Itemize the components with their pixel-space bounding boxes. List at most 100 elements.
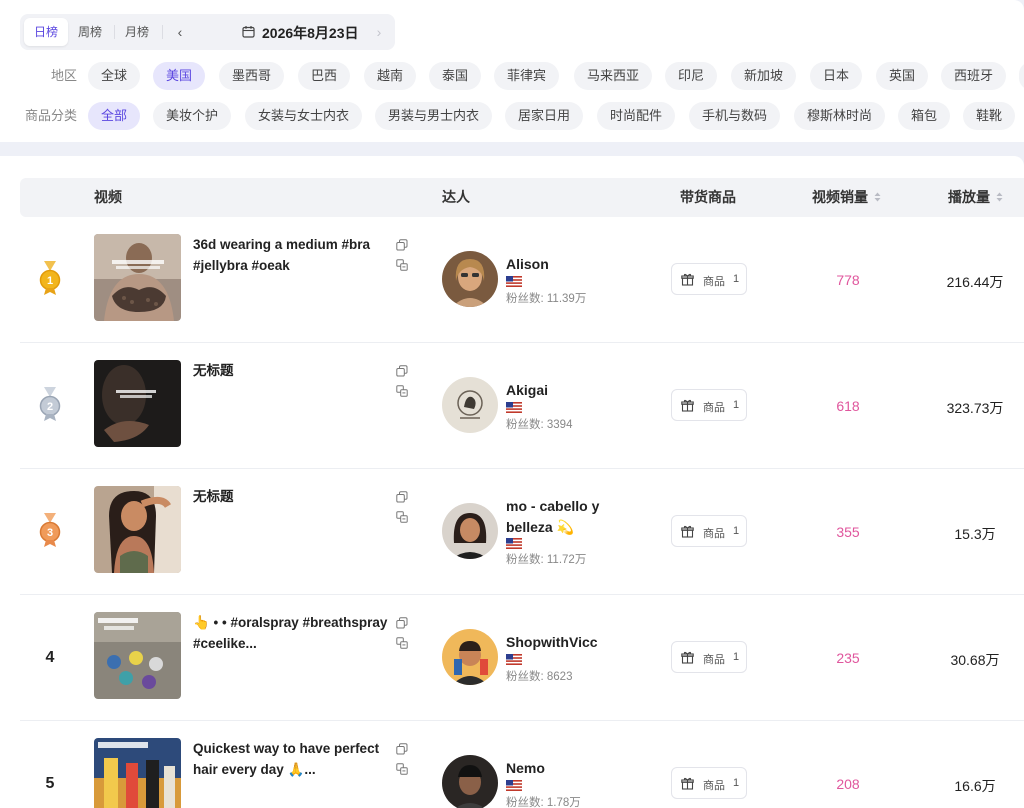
link-icon[interactable] [396, 637, 408, 649]
video-thumbnail[interactable] [94, 738, 181, 808]
category-chip[interactable]: 穆斯林时尚 [794, 102, 886, 130]
creator-avatar[interactable] [442, 503, 498, 559]
goods-button[interactable]: 商品 1 [671, 767, 747, 799]
region-label: 地区 [50, 68, 77, 83]
category-chip[interactable]: 居家日用 [505, 102, 584, 130]
header-sales[interactable]: 视频销量 [812, 178, 881, 217]
table-row[interactable]: 5 Quickest way to have perfect hair ever… [20, 721, 1024, 808]
table-row[interactable]: 4 👆 • • #oralspray #breathspray #ceelike… [20, 595, 1024, 721]
goods-button[interactable]: 商品 1 [671, 263, 747, 295]
creator-avatar[interactable] [442, 377, 498, 433]
play-count: 323.73万 [946, 400, 1004, 416]
category-label: 商品分类 [24, 108, 77, 123]
copy-icon[interactable] [396, 365, 408, 377]
category-chip[interactable]: 男装与男士内衣 [375, 102, 493, 130]
video-title[interactable]: 无标题 [193, 361, 389, 382]
region-chip[interactable]: 泰国 [429, 62, 482, 90]
creator-avatar[interactable] [442, 755, 498, 808]
video-title[interactable]: 无标题 [193, 487, 389, 508]
creator-name[interactable]: Akigai [506, 380, 616, 401]
copy-icon[interactable] [396, 617, 408, 629]
video-thumbnail[interactable] [94, 486, 181, 573]
video-sales: 355 [836, 524, 860, 540]
link-icon[interactable] [396, 763, 408, 775]
calendar-icon [242, 26, 255, 38]
tab-weekly[interactable]: 周榜 [68, 18, 112, 46]
gold-medal-icon: 1 [39, 261, 61, 295]
category-chip[interactable]: 鞋靴 [963, 102, 1016, 130]
region-chip[interactable]: 西班牙 [941, 62, 1007, 90]
region-chip[interactable]: 越南 [364, 62, 417, 90]
copy-icon[interactable] [396, 491, 408, 503]
region-chip[interactable]: 巴西 [298, 62, 351, 90]
category-chip[interactable]: 箱包 [898, 102, 951, 130]
category-chip[interactable]: 手机与数码 [689, 102, 781, 130]
copy-icon[interactable] [396, 239, 408, 251]
region-chip[interactable]: 日本 [810, 62, 863, 90]
table-header: 视频 达人 带货商品 视频销量 播放量 [20, 178, 1024, 217]
chevron-right-icon[interactable]: › [367, 18, 391, 46]
region-chip[interactable]: 马来西亚 [574, 62, 653, 90]
header-sales-label: 视频销量 [812, 189, 868, 205]
link-icon[interactable] [396, 385, 408, 397]
goods-count: 1 [733, 399, 740, 411]
creator-name[interactable]: Nemo [506, 758, 616, 779]
period-selector: 日榜 周榜 月榜 ‹ 2026年8月23日 › [20, 14, 395, 50]
goods-label: 商品 [703, 276, 725, 288]
creator-name[interactable]: mo - cabello y belleza 💫 [506, 496, 616, 538]
sort-icon[interactable] [874, 192, 881, 202]
creator-fans: 粉丝数: 11.72万 [506, 554, 587, 566]
gift-icon [681, 399, 694, 412]
gift-icon [681, 777, 694, 790]
creator-avatar[interactable] [442, 629, 498, 685]
table-row[interactable]: 1 36d wearing a medium #bra #jellybra #o… [20, 217, 1024, 343]
region-chip[interactable]: 新加坡 [731, 62, 797, 90]
category-chip[interactable]: 女装与女士内衣 [245, 102, 363, 130]
creator-avatar[interactable] [442, 251, 498, 307]
gift-icon [681, 273, 694, 286]
goods-button[interactable]: 商品 1 [671, 515, 747, 547]
header-plays[interactable]: 播放量 [948, 178, 1003, 217]
video-title[interactable]: Quickest way to have perfect hair every … [193, 739, 389, 780]
header-goods: 带货商品 [680, 189, 736, 205]
header-video: 视频 [94, 189, 122, 205]
table-row[interactable]: 2 无标题 Akigai 粉丝数: 3394 商品 1 618 323.73万 [20, 343, 1024, 469]
creator-fans: 粉丝数: 3394 [506, 419, 573, 431]
sort-icon[interactable] [996, 192, 1003, 202]
goods-count: 1 [733, 525, 740, 537]
link-icon[interactable] [396, 511, 408, 523]
gift-icon [681, 525, 694, 538]
video-thumbnail[interactable] [94, 234, 181, 321]
video-title[interactable]: 👆 • • #oralspray #breathspray #ceelike..… [193, 613, 389, 654]
table-row[interactable]: 3 无标题 mo - cabello y belleza 💫 粉丝数: 11.7… [20, 469, 1024, 595]
us-flag-icon [506, 402, 522, 413]
region-chip[interactable]: 英国 [876, 62, 929, 90]
header-plays-label: 播放量 [948, 189, 990, 205]
category-chip[interactable]: 全部 [88, 102, 141, 130]
tab-daily[interactable]: 日榜 [24, 18, 68, 46]
region-chip[interactable]: 印尼 [665, 62, 718, 90]
video-thumbnail[interactable] [94, 360, 181, 447]
video-thumbnail[interactable] [94, 612, 181, 699]
region-chip[interactable]: 菲律宾 [494, 62, 560, 90]
category-chip[interactable]: 美妆个护 [153, 102, 232, 130]
region-chip[interactable]: 美国 [153, 62, 206, 90]
creator-name[interactable]: Alison [506, 254, 616, 275]
link-icon[interactable] [396, 259, 408, 271]
goods-button[interactable]: 商品 1 [671, 641, 747, 673]
region-chip[interactable]: 全球 [88, 62, 141, 90]
play-count: 15.3万 [954, 526, 996, 542]
play-count: 216.44万 [946, 274, 1004, 290]
creator-name[interactable]: ShopwithVicc [506, 632, 616, 653]
region-chip[interactable] [1019, 62, 1024, 90]
date-label[interactable]: 2026年8月23日 [262, 23, 359, 43]
goods-button[interactable]: 商品 1 [671, 389, 747, 421]
header-creator: 达人 [442, 189, 470, 205]
chevron-left-icon[interactable]: ‹ [168, 18, 192, 46]
region-chip[interactable]: 墨西哥 [219, 62, 285, 90]
tab-monthly[interactable]: 月榜 [115, 18, 159, 46]
copy-icon[interactable] [396, 743, 408, 755]
video-title[interactable]: 36d wearing a medium #bra #jellybra #oea… [193, 235, 389, 276]
video-sales: 618 [836, 398, 860, 414]
category-chip[interactable]: 时尚配件 [597, 102, 676, 130]
